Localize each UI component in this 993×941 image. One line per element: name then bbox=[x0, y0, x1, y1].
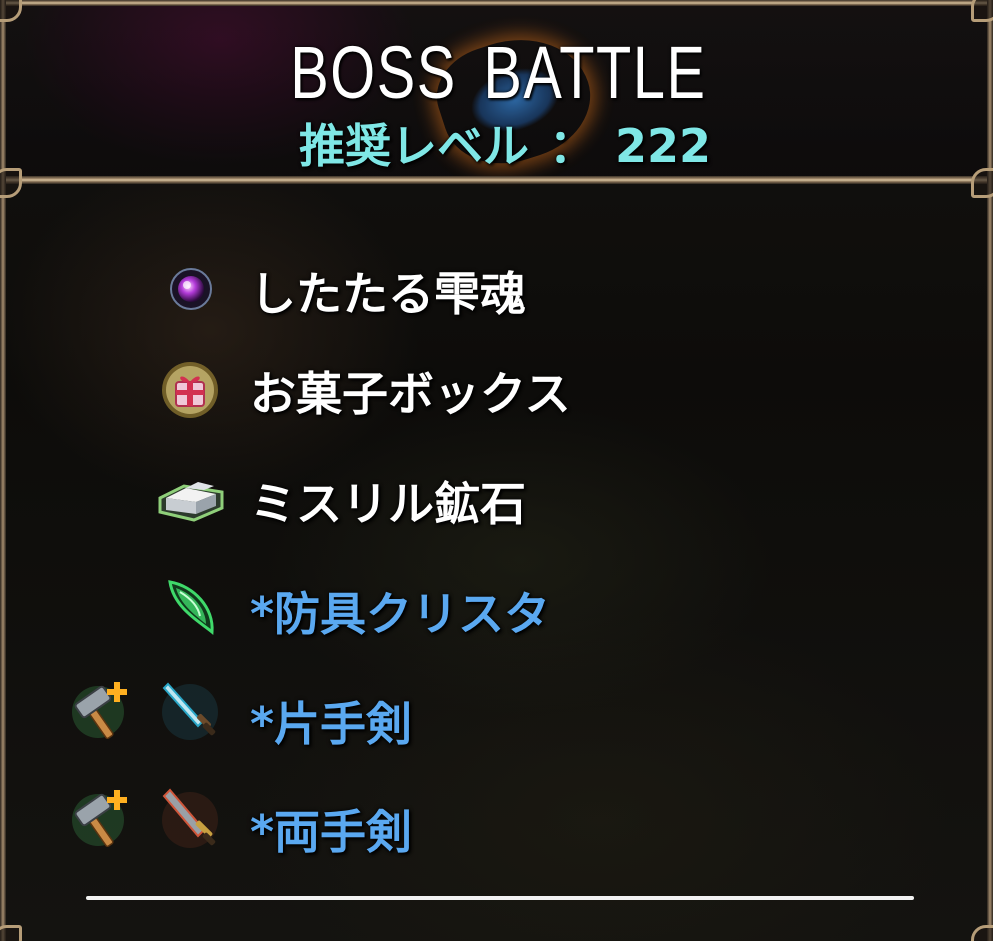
two-handed-sword-icon bbox=[162, 788, 218, 848]
item-label: お菓子ボックス bbox=[250, 367, 571, 421]
mithril-ore-icon bbox=[158, 482, 224, 522]
frame-top-border bbox=[0, 0, 993, 6]
list-item[interactable]: *両手剣 bbox=[0, 778, 993, 868]
title-boss: BOSS bbox=[290, 31, 457, 114]
level-label: 推奨レベル bbox=[298, 119, 529, 173]
divider bbox=[86, 896, 914, 900]
page-title: BOSS BATTLE bbox=[111, 30, 886, 115]
upgrade-hammer-icon bbox=[72, 790, 127, 848]
list-item[interactable]: *防具クリスタ bbox=[0, 560, 993, 650]
frame-divider bbox=[0, 176, 993, 184]
one-handed-sword-icon bbox=[162, 682, 218, 740]
list-item[interactable]: したたる雫魂 bbox=[0, 240, 993, 330]
item-label: *両手剣 bbox=[250, 805, 413, 859]
boss-battle-header: BOSS BATTLE 推奨レベル ： 222 bbox=[0, 0, 993, 182]
list-item[interactable]: ミスリル鉱石 bbox=[0, 450, 993, 540]
frame-corner-ornament-icon bbox=[971, 0, 993, 22]
frame-corner-ornament-icon bbox=[971, 168, 993, 198]
item-label: *防具クリスタ bbox=[250, 587, 551, 641]
list-item[interactable]: お菓子ボックス bbox=[0, 340, 993, 430]
frame-corner-ornament-icon bbox=[0, 925, 22, 941]
green-crystal-icon bbox=[168, 580, 214, 635]
soul-orb-icon bbox=[170, 268, 212, 310]
gift-box-icon bbox=[162, 362, 218, 418]
item-label: *片手剣 bbox=[250, 697, 413, 751]
level-value: 222 bbox=[614, 119, 712, 173]
level-separator: ： bbox=[548, 119, 595, 173]
list-item[interactable]: *片手剣 bbox=[0, 670, 993, 760]
recommended-level: 推奨レベル ： 222 bbox=[0, 110, 993, 176]
upgrade-hammer-icon bbox=[72, 682, 127, 740]
item-label: したたる雫魂 bbox=[250, 267, 526, 321]
title-battle: BATTLE bbox=[483, 31, 707, 114]
item-label: ミスリル鉱石 bbox=[250, 477, 526, 531]
